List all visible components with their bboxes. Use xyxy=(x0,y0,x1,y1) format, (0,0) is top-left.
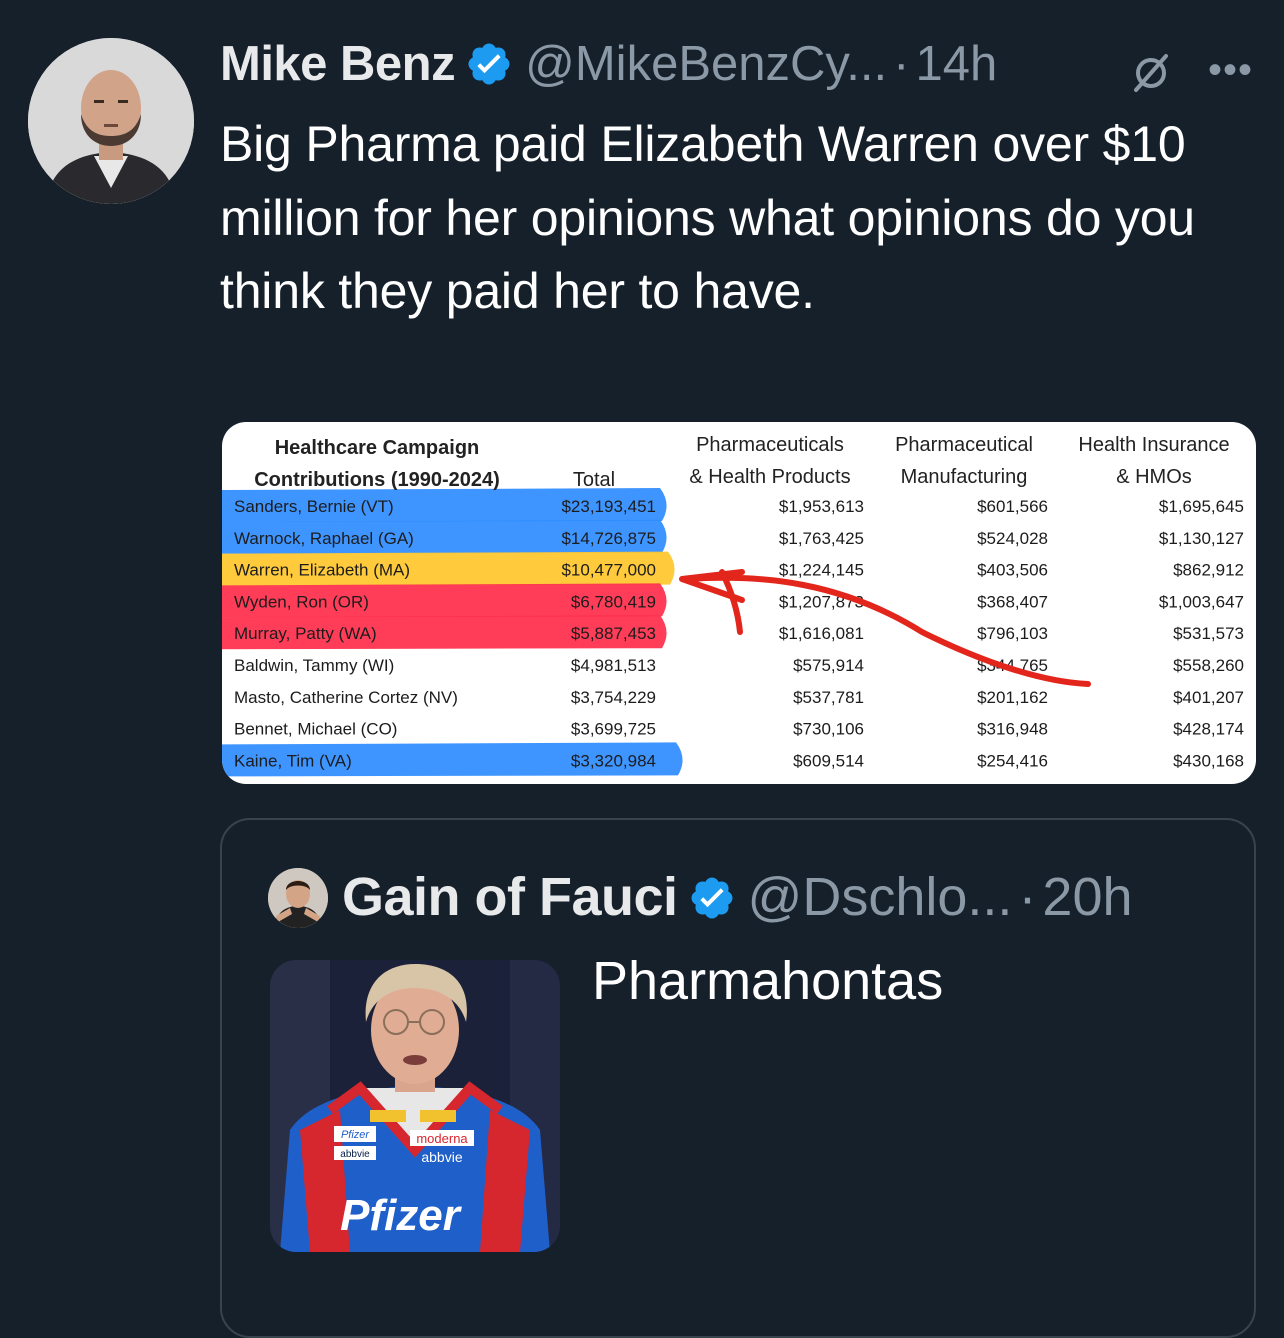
cell-total: $6,780,419 xyxy=(571,592,656,611)
cell-total: $3,320,984 xyxy=(571,751,656,770)
cell-total: $10,477,000 xyxy=(561,561,656,580)
header-total: Total xyxy=(573,469,615,491)
cell-manufacturing: $601,566 xyxy=(977,497,1048,516)
cell-insurance: $401,207 xyxy=(1173,688,1244,707)
cell-name: Murray, Patty (WA) xyxy=(234,624,377,643)
header-col4-line1: Health Insurance xyxy=(1078,434,1229,456)
cell-insurance: $531,573 xyxy=(1173,624,1244,643)
quote-header: Gain of Fauci @Dschlo... · 20h xyxy=(342,864,1133,930)
cell-pharma: $1,224,145 xyxy=(779,561,864,580)
verified-badge-icon xyxy=(688,873,736,921)
cell-pharma: $1,763,425 xyxy=(779,529,864,548)
cell-name: Kaine, Tim (VA) xyxy=(234,751,352,770)
cell-pharma: $609,514 xyxy=(793,751,864,770)
cell-pharma: $1,953,613 xyxy=(779,497,864,516)
cell-insurance: $430,168 xyxy=(1173,751,1244,770)
header-col3-line2: Manufacturing xyxy=(901,466,1028,488)
author-avatar[interactable] xyxy=(28,38,194,204)
cell-manufacturing: $368,407 xyxy=(977,592,1048,611)
suit-logo-5: Pfizer xyxy=(340,1191,463,1240)
table-row: Bennet, Michael (CO) $3,699,725 $730,106 $3… xyxy=(234,720,1244,739)
quote-author-name[interactable]: Gain of Fauci xyxy=(342,866,678,928)
header-col4-line2: & HMOs xyxy=(1116,466,1192,488)
quote-media-image[interactable]: Pfizer abbvie moderna abbvie Pfizer xyxy=(270,960,560,1252)
tweet-text: Big Pharma paid Elizabeth Warren over $1… xyxy=(220,116,1195,319)
cell-insurance: $1,695,645 xyxy=(1159,497,1244,516)
cell-total: $5,887,453 xyxy=(571,624,656,643)
quote-text: Pharmahontas xyxy=(592,951,944,1011)
table-header: Healthcare Campaign Contributions (1990-… xyxy=(254,434,1229,491)
cell-total: $14,726,875 xyxy=(561,529,656,548)
cell-name: Baldwin, Tammy (WI) xyxy=(234,656,394,675)
cell-insurance: $862,912 xyxy=(1173,561,1244,580)
header-col2-line1: Pharmaceuticals xyxy=(696,434,844,456)
author-handle[interactable]: @MikeBenzCy... xyxy=(525,36,887,92)
separator-dot: · xyxy=(1018,867,1037,927)
cell-manufacturing: $796,103 xyxy=(977,624,1048,643)
cell-total: $4,981,513 xyxy=(571,656,656,675)
grok-icon[interactable] xyxy=(1128,50,1174,96)
tweet-header: Mike Benz @MikeBenzCy... · 14h xyxy=(220,34,997,94)
cell-pharma: $575,914 xyxy=(793,656,864,675)
cell-name: Sanders, Bernie (VT) xyxy=(234,497,394,516)
suit-logo-1: Pfizer xyxy=(341,1129,370,1141)
cell-name: Warren, Elizabeth (MA) xyxy=(234,561,410,580)
table-row: Warnock, Raphael (GA) $14,726,875 $1,763,4… xyxy=(234,529,1244,548)
header-col0-line2: Contributions (1990-2024) xyxy=(254,469,500,491)
suit-logo-4: abbvie xyxy=(421,1149,462,1165)
quoted-tweet[interactable]: Gain of Fauci @Dschlo... · 20h Pfizer ab… xyxy=(220,818,1256,1338)
tweet-media-table[interactable]: Healthcare Campaign Contributions (1990-… xyxy=(222,422,1256,784)
cell-pharma: $1,616,081 xyxy=(779,624,864,643)
cell-insurance: $428,174 xyxy=(1173,720,1244,739)
header-col2-line2: & Health Products xyxy=(689,466,850,488)
cell-insurance: $1,130,127 xyxy=(1159,529,1244,548)
more-icon[interactable]: ••• xyxy=(1208,48,1253,93)
table-row: Sanders, Bernie (VT) $23,193,451 $1,953,61… xyxy=(234,497,1244,516)
suit-logo-2: abbvie xyxy=(340,1149,370,1160)
cell-total: $23,193,451 xyxy=(561,497,656,516)
cell-manufacturing: $524,028 xyxy=(977,529,1048,548)
quote-author-handle[interactable]: @Dschlo... xyxy=(748,866,1013,928)
tweet-time[interactable]: 14h xyxy=(915,36,997,92)
quote-author-avatar[interactable] xyxy=(268,868,328,928)
header-col0-line1: Healthcare Campaign xyxy=(275,437,480,459)
author-name[interactable]: Mike Benz xyxy=(220,36,456,92)
cell-total: $3,699,725 xyxy=(571,720,656,739)
separator-dot: · xyxy=(893,37,910,91)
arrow-head xyxy=(679,569,745,635)
header-col3-line1: Pharmaceutical xyxy=(895,434,1033,456)
table-row: Masto, Catherine Cortez (NV) $3,754,229 $5… xyxy=(234,688,1244,707)
cell-name: Masto, Catherine Cortez (NV) xyxy=(234,688,458,707)
cell-pharma: $537,781 xyxy=(793,688,864,707)
verified-badge-icon xyxy=(465,40,513,88)
cell-manufacturing: $201,162 xyxy=(977,688,1048,707)
cell-insurance: $558,260 xyxy=(1173,656,1244,675)
cell-pharma: $730,106 xyxy=(793,720,864,739)
suit-logo-3: moderna xyxy=(416,1131,468,1146)
cell-name: Bennet, Michael (CO) xyxy=(234,720,397,739)
cell-manufacturing: $254,416 xyxy=(977,751,1048,770)
cell-manufacturing: $403,506 xyxy=(977,561,1048,580)
table-row: Baldwin, Tammy (WI) $4,981,513 $575,914 $34… xyxy=(234,656,1244,675)
cell-total: $3,754,229 xyxy=(571,688,656,707)
cell-insurance: $1,003,647 xyxy=(1159,592,1244,611)
cell-manufacturing: $316,948 xyxy=(977,720,1048,739)
quote-time[interactable]: 20h xyxy=(1042,866,1132,928)
cell-name: Warnock, Raphael (GA) xyxy=(234,529,414,548)
cell-name: Wyden, Ron (OR) xyxy=(234,592,369,611)
